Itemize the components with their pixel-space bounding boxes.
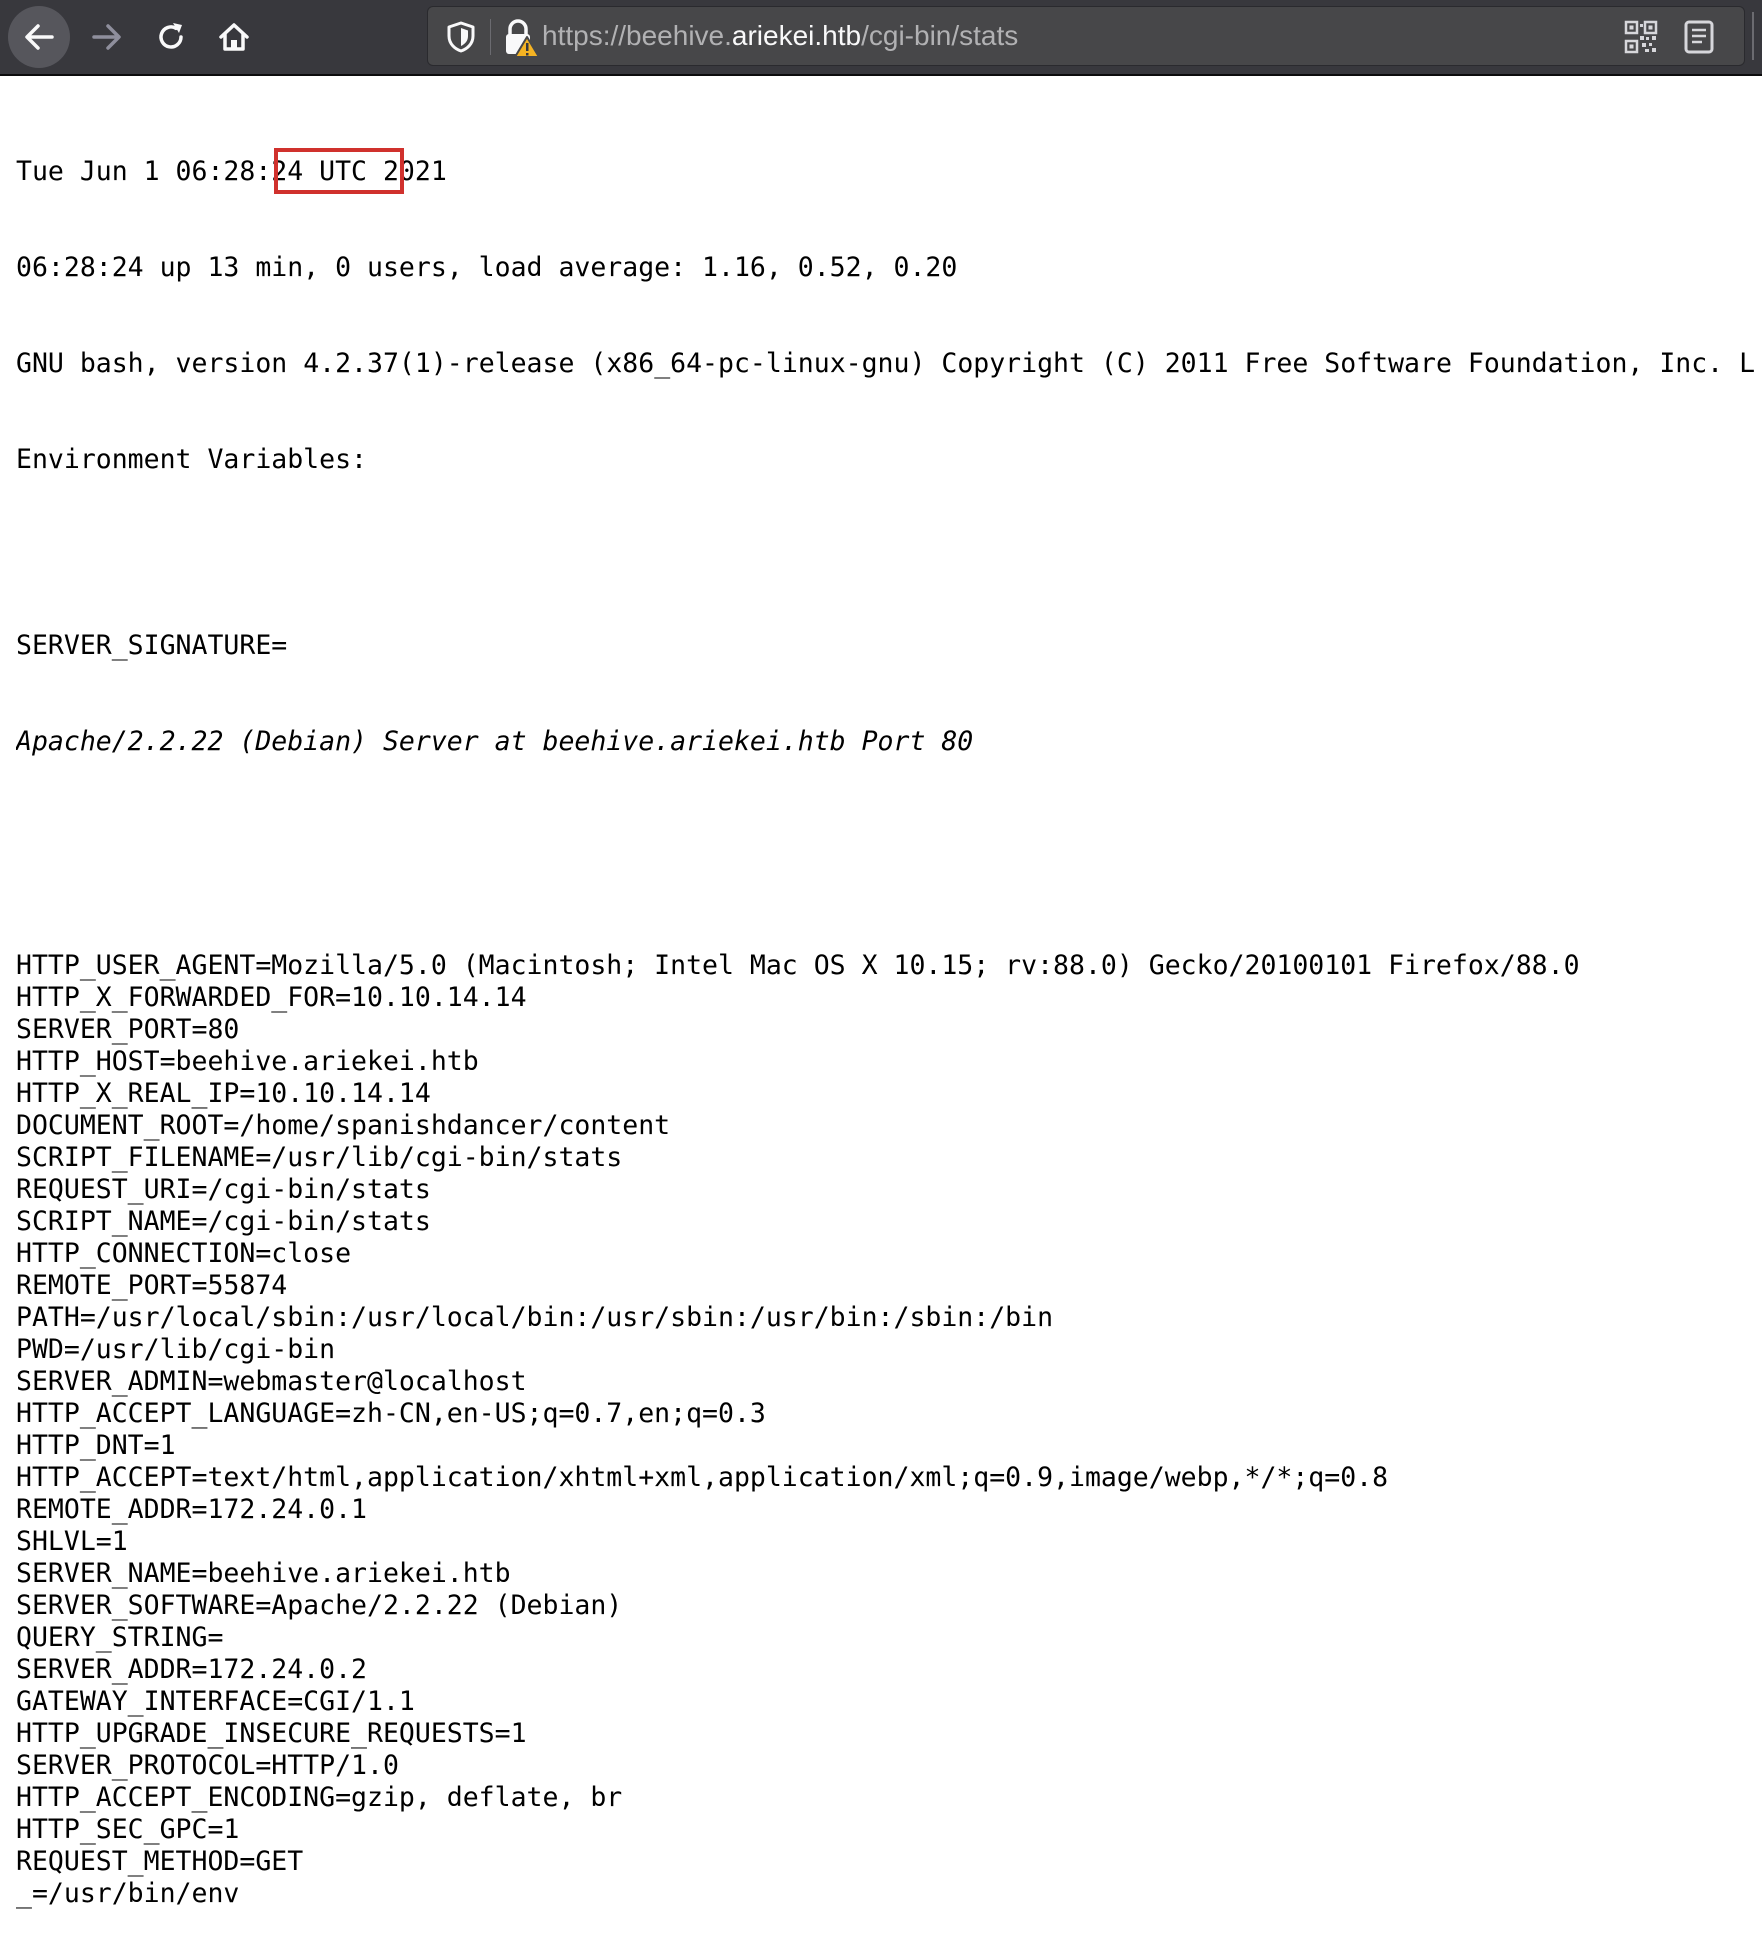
env-var-line: HTTP_ACCEPT_ENCODING=gzip, deflate, br — [16, 1782, 623, 1813]
env-var-line: HTTP_USER_AGENT=Mozilla/5.0 (Macintosh; … — [16, 950, 1580, 981]
env-var-line: SERVER_PROTOCOL=HTTP/1.0 — [16, 1750, 399, 1781]
env-var-line: GATEWAY_INTERFACE=CGI/1.1 — [16, 1686, 415, 1717]
tracking-shield-icon — [447, 21, 475, 53]
env-var-line: _=/usr/bin/env — [16, 1878, 240, 1909]
url-separator — [490, 19, 491, 55]
url-scheme: https://beehive. — [542, 20, 732, 51]
forward-arrow-icon — [92, 24, 121, 50]
reader-view-button[interactable] — [1682, 19, 1716, 55]
env-var-line: HTTP_X_REAL_IP=10.10.14.14 — [16, 1078, 431, 1109]
env-var-line: HTTP_UPGRADE_INSECURE_REQUESTS=1 — [16, 1718, 527, 1749]
forward-button[interactable] — [76, 6, 138, 68]
env-var-line: HTTP_X_FORWARDED_FOR=10.10.14.14 — [16, 982, 527, 1013]
server-signature-value: Apache/2.2.22 (Debian) Server at beehive… — [16, 726, 974, 757]
url-host: ariekei.htb — [731, 20, 862, 51]
env-var-line: REQUEST_URI=/cgi-bin/stats — [16, 1174, 431, 1205]
home-button[interactable] — [203, 6, 265, 68]
env-var-list: HTTP_USER_AGENT=Mozilla/5.0 (Macintosh; … — [16, 950, 1756, 1910]
env-var-line: SCRIPT_FILENAME=/usr/lib/cgi-bin/stats — [16, 1142, 623, 1173]
browser-toolbar: https://beehive.ariekei.htb/cgi-bin/stat… — [0, 0, 1762, 76]
env-var-line: SERVER_ADDR=172.24.0.2 — [16, 1654, 367, 1685]
insecure-lock-icon — [506, 19, 540, 58]
env-var-line: REMOTE_ADDR=172.24.0.1 — [16, 1494, 367, 1525]
env-heading: Environment Variables: — [16, 444, 367, 475]
env-var-line: HTTP_HOST=beehive.ariekei.htb — [16, 1046, 479, 1077]
tracking-protection-button[interactable] — [444, 19, 478, 55]
url-bar[interactable]: https://beehive.ariekei.htb/cgi-bin/stat… — [427, 6, 1745, 66]
reload-icon — [159, 23, 183, 49]
env-var-line: HTTP_SEC_GPC=1 — [16, 1814, 240, 1845]
env-var-line: SERVER_SOFTWARE=Apache/2.2.22 (Debian) — [16, 1590, 623, 1621]
bash-prefix: GNU bash, version — [16, 348, 304, 379]
qr-code-icon — [1624, 20, 1658, 54]
reader-view-icon — [1684, 20, 1714, 54]
toolbar-divider — [1752, 12, 1754, 60]
back-button[interactable] — [8, 6, 70, 68]
home-icon — [219, 23, 249, 51]
env-var-line: HTTP_CONNECTION=close — [16, 1238, 352, 1269]
site-security-button[interactable] — [500, 17, 542, 59]
bash-version-line: GNU bash, version 4.2.37(1)-release (x86… — [16, 348, 1756, 380]
env-var-line: HTTP_ACCEPT=text/html,application/xhtml+… — [16, 1462, 1389, 1493]
page-content: Tue Jun 1 06:28:24 UTC 2021 06:28:24 up … — [16, 92, 1756, 1942]
env-var-line: SERVER_ADMIN=webmaster@localhost — [16, 1366, 527, 1397]
env-var-line: SHLVL=1 — [16, 1526, 128, 1557]
env-var-line: REQUEST_METHOD=GET — [16, 1846, 304, 1877]
env-var-line: SCRIPT_NAME=/cgi-bin/stats — [16, 1206, 431, 1237]
env-var-line: PWD=/usr/lib/cgi-bin — [16, 1334, 336, 1365]
bash-version-number: 4.2.37 — [303, 348, 399, 379]
env-var-line: QUERY_STRING= — [16, 1622, 224, 1653]
url-path: /cgi-bin/stats — [861, 20, 1019, 51]
uptime-line: 06:28:24 up 13 min, 0 users, load averag… — [16, 252, 958, 283]
server-signature-label: SERVER_SIGNATURE= — [16, 630, 288, 661]
back-arrow-icon — [25, 24, 54, 50]
date-line: Tue Jun 1 06:28:24 UTC 2021 — [16, 156, 447, 187]
env-var-line: REMOTE_PORT=55874 — [16, 1270, 288, 1301]
env-var-line: HTTP_ACCEPT_LANGUAGE=zh-CN,en-US;q=0.7,e… — [16, 1398, 766, 1429]
bash-suffix: (1)-release (x86_64-pc-linux-gnu) Copyri… — [398, 348, 1756, 379]
env-var-line: HTTP_DNT=1 — [16, 1430, 176, 1461]
env-var-line: PATH=/usr/local/sbin:/usr/local/bin:/usr… — [16, 1302, 1054, 1333]
qr-code-button[interactable] — [1624, 20, 1658, 54]
url-text[interactable]: https://beehive.ariekei.htb/cgi-bin/stat… — [542, 7, 1018, 65]
reload-button[interactable] — [140, 6, 202, 68]
env-var-line: DOCUMENT_ROOT=/home/spanishdancer/conten… — [16, 1110, 671, 1141]
env-var-line: SERVER_NAME=beehive.ariekei.htb — [16, 1558, 511, 1589]
env-var-line: SERVER_PORT=80 — [16, 1014, 240, 1045]
